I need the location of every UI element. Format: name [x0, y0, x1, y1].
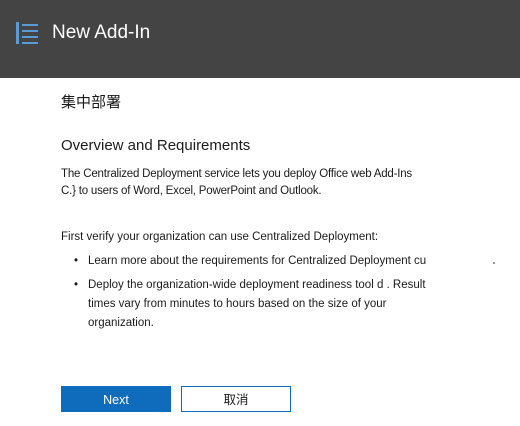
- stray-dot: [493, 262, 495, 264]
- list-item: Deploy the organization-wide deployment …: [74, 276, 478, 333]
- page-heading: 集中部署: [61, 93, 122, 111]
- section-title: Overview and Requirements: [61, 137, 251, 154]
- readiness-tool-text[interactable]: Deploy the organization-wide deployment …: [88, 276, 478, 295]
- next-button[interactable]: Next: [61, 386, 171, 412]
- requirements-list: Learn more about the requirements for Ce…: [74, 253, 478, 333]
- list-item: Learn more about the requirements for Ce…: [74, 253, 478, 276]
- panel-header: New Add-In: [0, 0, 520, 78]
- verify-instructions: First verify your organization can use C…: [61, 231, 379, 243]
- requirements-link[interactable]: Learn more about the requirements for Ce…: [88, 255, 426, 267]
- description-line: The Centralized Deployment service lets …: [61, 168, 412, 180]
- description-line: C.} to users of Word, Excel, PowerPoint …: [61, 185, 322, 197]
- panel-title: New Add-In: [52, 22, 151, 43]
- list-menu-icon: [16, 22, 38, 44]
- description-text: The Centralized Deployment service lets …: [61, 166, 461, 200]
- new-add-in-panel: New Add-In 集中部署 Overview and Requirement…: [0, 0, 520, 426]
- cancel-button[interactable]: 取消: [181, 386, 291, 412]
- list-item-continuation: organization.: [88, 317, 154, 329]
- list-item-continuation: times vary from minutes to hours based o…: [88, 298, 387, 310]
